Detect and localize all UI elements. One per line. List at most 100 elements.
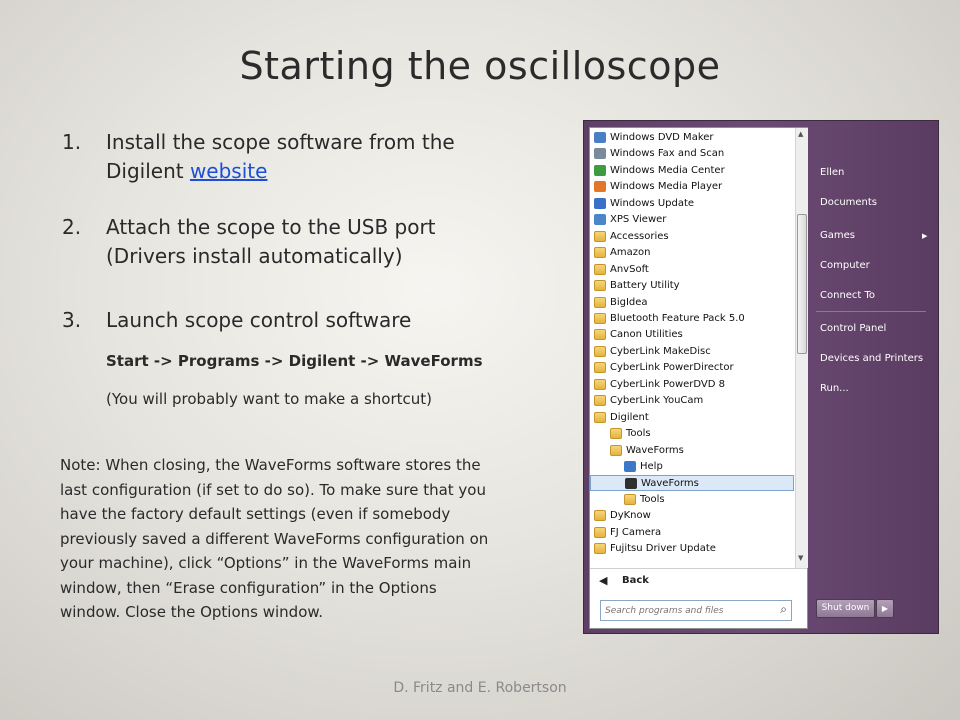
note-paragraph: Note: When closing, the WaveForms softwa… [60, 453, 560, 625]
program-label: CyberLink MakeDisc [610, 345, 711, 357]
back-label: Back [622, 575, 649, 586]
start-menu-programs-pane: Windows DVD Maker Windows Fax and Scan Win… [589, 127, 808, 629]
dvd-maker-icon [594, 132, 606, 143]
program-label: Windows Fax and Scan [610, 148, 725, 160]
note-line: window, then “Erase configuration” in th… [60, 578, 437, 597]
step-number: 3. [62, 308, 82, 332]
program-item[interactable]: WaveForms [590, 475, 794, 492]
program-item[interactable]: Digilent [590, 410, 794, 426]
right-item-games[interactable]: Games [820, 230, 855, 241]
program-item[interactable]: Tools [590, 426, 794, 442]
step-number: 1. [62, 130, 82, 154]
program-label: Battery Utility [610, 280, 680, 292]
program-label: WaveForms [641, 478, 699, 490]
program-item[interactable]: Accessories [590, 229, 794, 245]
program-item[interactable]: CyberLink MakeDisc [590, 344, 794, 360]
program-label: CyberLink YouCam [610, 395, 704, 407]
right-pane-separator [816, 311, 926, 312]
folder-icon [594, 247, 606, 259]
folder-icon [594, 345, 606, 357]
program-label: CyberLink PowerDVD 8 [610, 378, 726, 390]
program-label: Tools [640, 493, 665, 505]
step-text: Attach the scope to the USB port [106, 215, 436, 239]
step-text: Launch scope control software [106, 308, 412, 332]
program-label: Windows Media Player [610, 181, 723, 193]
program-item[interactable]: Windows Media Player [590, 179, 794, 195]
program-label: FJ Camera [610, 526, 662, 538]
fax-scan-icon [594, 148, 606, 160]
program-label: CyberLink PowerDirector [610, 362, 734, 374]
note-line: your machine), click “Options” in the Wa… [60, 554, 472, 572]
program-item[interactable]: CyberLink YouCam [590, 393, 794, 409]
slide-footer: D. Fritz and E. Robertson [393, 680, 567, 696]
folder-icon [594, 543, 606, 555]
program-label: Amazon [610, 247, 651, 259]
right-item-user[interactable]: Ellen [820, 167, 844, 178]
website-link[interactable]: website [190, 159, 267, 183]
step-text: (Drivers install automatically) [106, 244, 403, 268]
xps-viewer-icon [594, 214, 606, 226]
program-item[interactable]: Tools [590, 492, 794, 508]
search-input[interactable] [603, 602, 773, 620]
program-label: Bluetooth Feature Pack 5.0 [610, 312, 745, 324]
folder-icon [610, 444, 622, 456]
program-label: Canon Utilities [610, 329, 683, 341]
program-label: Help [640, 461, 663, 472]
right-item-connect-to[interactable]: Connect To [820, 290, 875, 301]
program-item[interactable]: Windows Update [590, 196, 794, 212]
program-label: Digilent [610, 411, 649, 423]
program-item[interactable]: DyKnow [590, 508, 794, 524]
folder-icon [594, 411, 606, 423]
step-text: Digilent [106, 159, 190, 183]
program-item[interactable]: Fujitsu Driver Update [590, 541, 794, 557]
slide-title: Starting the oscilloscope [239, 44, 721, 88]
program-item[interactable]: Help [590, 459, 794, 475]
folder-icon [594, 395, 606, 407]
right-item-documents[interactable]: Documents [820, 197, 877, 208]
right-item-computer[interactable]: Computer [820, 260, 870, 271]
program-item[interactable]: Bluetooth Feature Pack 5.0 [590, 311, 794, 327]
scroll-up-icon[interactable]: ▲ [798, 130, 803, 138]
search-box[interactable]: ⌕ [600, 600, 792, 621]
program-label: AnvSoft [610, 263, 649, 275]
program-item[interactable]: XPS Viewer [590, 212, 794, 228]
program-item[interactable]: Windows DVD Maker [590, 130, 794, 146]
note-line: window. Close the Options window. [60, 603, 324, 621]
right-item-run[interactable]: Run... [820, 383, 849, 394]
program-item[interactable]: Windows Media Center [590, 163, 794, 179]
program-item[interactable]: Windows Fax and Scan [590, 146, 794, 162]
scroll-down-icon[interactable]: ▼ [798, 554, 803, 562]
launch-path: Start -> Programs -> Digilent -> WaveFor… [106, 352, 483, 370]
media-center-icon [594, 164, 606, 176]
program-item[interactable]: AnvSoft [590, 262, 794, 278]
note-line: previously saved a different WaveForms c… [60, 529, 489, 548]
program-item[interactable]: Amazon [590, 245, 794, 261]
right-item-control-panel[interactable]: Control Panel [820, 323, 886, 334]
program-label: BigIdea [610, 296, 648, 308]
media-player-icon [594, 181, 606, 193]
program-label: Windows Media Center [610, 164, 725, 176]
program-item[interactable]: CyberLink PowerDirector [590, 360, 794, 376]
note-line: Note: When closing, the WaveForms softwa… [60, 456, 481, 474]
start-menu-screenshot: Windows DVD Maker Windows Fax and Scan Win… [583, 120, 939, 634]
shutdown-options-button[interactable]: ▶ [876, 599, 894, 618]
waveforms-app-icon [625, 478, 637, 490]
step-number: 2. [62, 215, 82, 239]
back-arrow-icon: ◀ [599, 574, 608, 587]
folder-icon [594, 378, 606, 390]
program-item[interactable]: Canon Utilities [590, 327, 794, 343]
scroll-thumb[interactable] [797, 214, 807, 354]
program-item[interactable]: Battery Utility [590, 278, 794, 294]
chevron-right-icon: ▶ [922, 232, 928, 240]
folder-icon [624, 493, 636, 505]
back-button[interactable]: ◀ Back [590, 568, 807, 594]
right-item-devices-printers[interactable]: Devices and Printers [820, 353, 923, 364]
program-item[interactable]: FJ Camera [590, 525, 794, 541]
shutdown-button[interactable]: Shut down [816, 599, 875, 618]
folder-icon [594, 510, 606, 522]
program-label: Fujitsu Driver Update [610, 543, 716, 555]
program-item[interactable]: BigIdea [590, 295, 794, 311]
program-item[interactable]: CyberLink PowerDVD 8 [590, 377, 794, 393]
program-item[interactable]: WaveForms [590, 443, 794, 459]
programs-scrollbar[interactable]: ▲ ▼ [795, 128, 808, 568]
